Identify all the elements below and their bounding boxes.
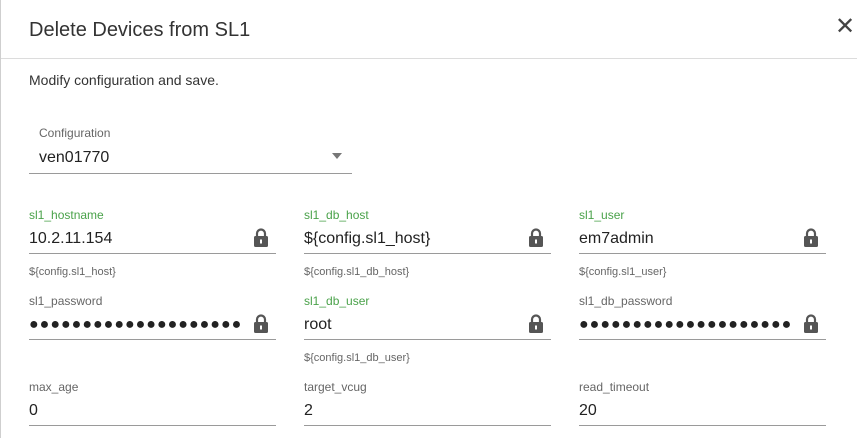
read-timeout-value: 20 xyxy=(579,402,597,419)
sl1-user-input[interactable]: em7admin xyxy=(579,226,826,254)
sl1-password-label: sl1_password xyxy=(29,294,103,308)
sl1-db-user-hint: ${config.sl1_db_user} xyxy=(304,352,410,364)
sl1-user-label: sl1_user xyxy=(579,208,625,222)
chevron-down-icon xyxy=(332,153,342,159)
target-vcug-label: target_vcug xyxy=(304,380,367,394)
sl1-user-hint: ${config.sl1_user} xyxy=(579,266,667,278)
sl1-hostname-label: sl1_hostname xyxy=(29,208,104,222)
sl1-db-host-value: ${config.sl1_host} xyxy=(304,230,431,247)
sl1-db-password-label: sl1_db_password xyxy=(579,294,673,308)
configuration-label: Configuration xyxy=(39,126,111,140)
read-timeout-label: read_timeout xyxy=(579,380,650,394)
delete-devices-dialog: Delete Devices from SL1 ✕ Modify configu… xyxy=(0,0,857,438)
close-icon[interactable]: ✕ xyxy=(835,15,855,39)
max-age-value: 0 xyxy=(29,402,38,419)
sl1-db-password-input[interactable]: ●●●●●●●●●●●●●●●●●●●● xyxy=(579,312,826,340)
sl1-password-input[interactable]: ●●●●●●●●●●●●●●●●●●●● xyxy=(29,312,276,340)
max-age-input[interactable]: 0 xyxy=(29,398,276,426)
target-vcug-value: 2 xyxy=(304,402,313,419)
sl1-hostname-hint: ${config.sl1_host} xyxy=(29,266,116,278)
sl1-password-value: ●●●●●●●●●●●●●●●●●●●● xyxy=(29,316,243,333)
configuration-value: ven01770 xyxy=(39,149,110,166)
sl1-db-host-input[interactable]: ${config.sl1_host} xyxy=(304,226,551,254)
max-age-label: max_age xyxy=(29,380,79,394)
target-vcug-input[interactable]: 2 xyxy=(304,398,551,426)
sl1-db-user-input[interactable]: root xyxy=(304,312,551,340)
lock-icon[interactable] xyxy=(528,314,544,334)
configuration-select[interactable]: ven01770 xyxy=(29,143,352,174)
lock-icon[interactable] xyxy=(803,314,819,334)
dialog-subtitle: Modify configuration and save. xyxy=(29,72,219,88)
dialog-title: Delete Devices from SL1 xyxy=(29,19,251,41)
sl1-user-value: em7admin xyxy=(579,230,654,247)
read-timeout-input[interactable]: 20 xyxy=(579,398,826,426)
lock-icon[interactable] xyxy=(803,228,819,248)
sl1-db-user-value: root xyxy=(304,316,332,333)
dialog-header: Delete Devices from SL1 ✕ xyxy=(1,0,857,59)
sl1-db-password-value: ●●●●●●●●●●●●●●●●●●●● xyxy=(579,316,793,333)
sl1-db-host-label: sl1_db_host xyxy=(304,208,369,222)
sl1-db-host-hint: ${config.sl1_db_host} xyxy=(304,266,410,278)
sl1-hostname-value: 10.2.11.154 xyxy=(29,230,113,247)
sl1-hostname-input[interactable]: 10.2.11.154 xyxy=(29,226,276,254)
sl1-db-user-label: sl1_db_user xyxy=(304,294,370,308)
lock-icon[interactable] xyxy=(528,228,544,248)
lock-icon[interactable] xyxy=(253,314,269,334)
lock-icon[interactable] xyxy=(253,228,269,248)
